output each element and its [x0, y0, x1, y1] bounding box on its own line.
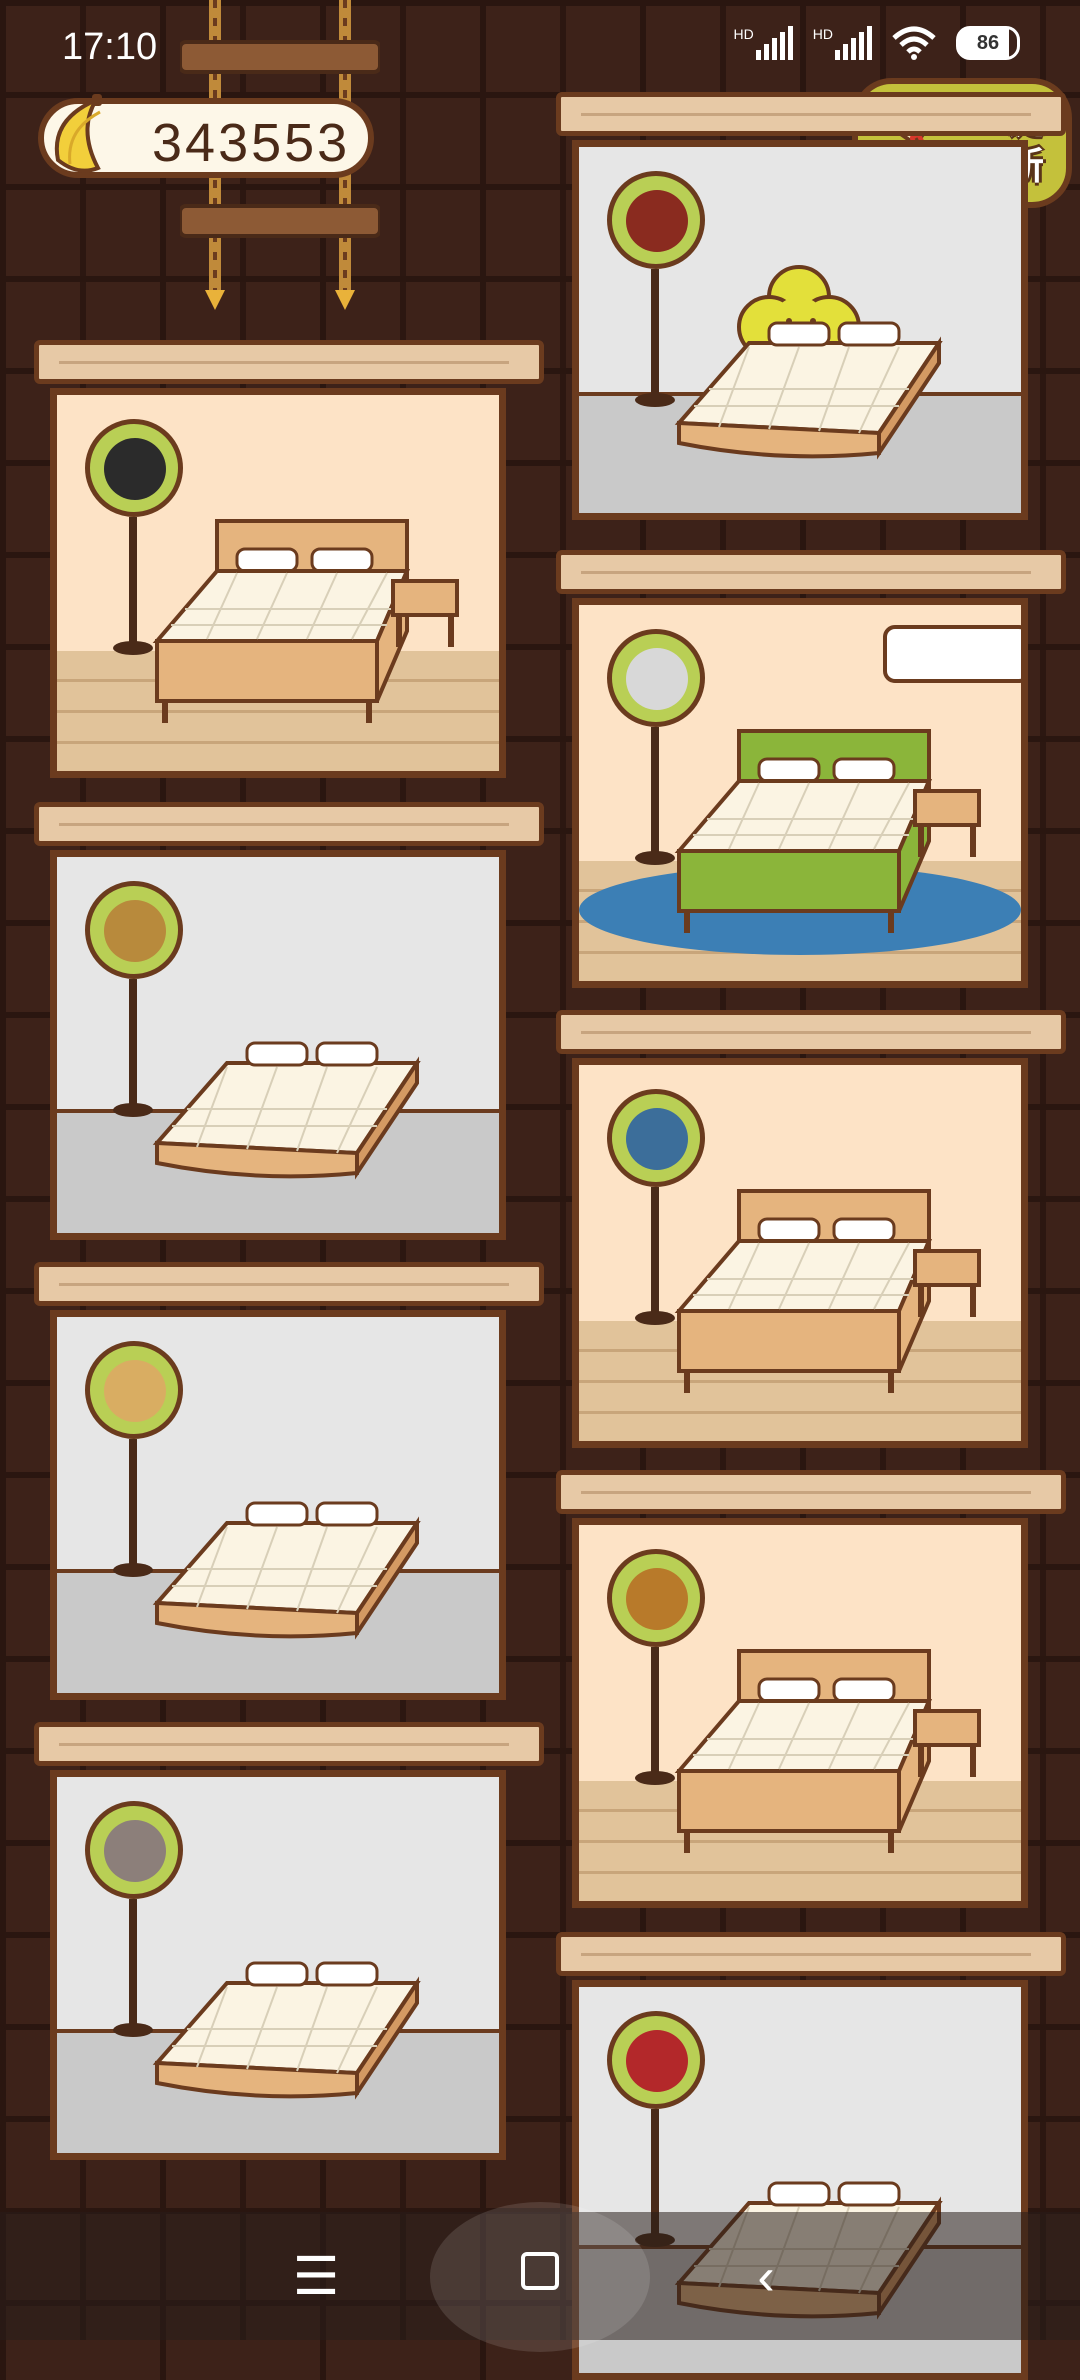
room-4[interactable]: [34, 802, 544, 1240]
room-2[interactable]: [34, 340, 544, 778]
network-label: HD: [812, 26, 833, 42]
network-label: HD: [733, 26, 754, 42]
nightstand[interactable]: [907, 781, 987, 861]
status-icons: HD HD 86: [734, 26, 1020, 60]
monkey-avatar[interactable]: [85, 1801, 183, 1899]
room-frame: [50, 1770, 506, 2160]
battery-icon: 86: [956, 26, 1020, 60]
banana-count: 343553: [152, 113, 351, 173]
room-shelf: [556, 1010, 1066, 1054]
room-shelf: [34, 1722, 544, 1766]
lamp: [601, 1083, 711, 1333]
monkey-avatar[interactable]: [607, 1549, 705, 1647]
lamp: [79, 875, 189, 1125]
nightstand[interactable]: [907, 1241, 987, 1321]
room-3[interactable]: [556, 550, 1066, 988]
room-1[interactable]: [556, 92, 1066, 520]
battery-level: 86: [976, 31, 1000, 54]
back-icon[interactable]: ‹: [726, 2242, 806, 2312]
monkey-avatar[interactable]: [85, 881, 183, 979]
status-time: 17:10: [62, 26, 158, 68]
room-frame: [572, 140, 1028, 520]
room-shelf: [34, 1262, 544, 1306]
lamp: [601, 623, 711, 873]
banana-icon: [54, 94, 102, 173]
wifi-icon: [892, 26, 936, 60]
room-shelf: [34, 340, 544, 384]
lamp: [601, 165, 711, 415]
room-shelf: [556, 1932, 1066, 1976]
room-shelf: [34, 802, 544, 846]
monkey-avatar[interactable]: [607, 629, 705, 727]
room-frame: [50, 1310, 506, 1700]
menu-icon[interactable]: ☰: [276, 2242, 356, 2312]
monkey-avatar[interactable]: [607, 2011, 705, 2109]
air-conditioner[interactable]: [883, 625, 1021, 683]
home-icon[interactable]: [430, 2202, 650, 2352]
room-frame: [572, 1058, 1028, 1448]
room-5[interactable]: [556, 1010, 1066, 1448]
signal-icon: HD: [734, 26, 793, 60]
room-shelf: [556, 1470, 1066, 1514]
room-frame: [572, 1518, 1028, 1908]
nightstand[interactable]: [385, 571, 465, 651]
room-shelf: [556, 92, 1066, 136]
room-frame: [572, 598, 1028, 988]
lamp: [79, 1795, 189, 2045]
lamp: [79, 1335, 189, 1585]
room-frame: [50, 850, 506, 1240]
room-6[interactable]: [34, 1262, 544, 1700]
room-7[interactable]: [556, 1470, 1066, 1908]
monkey-avatar[interactable]: [85, 1341, 183, 1439]
room-shelf: [556, 550, 1066, 594]
navigation-bar: ☰ ‹: [0, 2202, 1080, 2352]
room-frame: [50, 388, 506, 778]
banana-counter: 343553: [38, 94, 374, 178]
monkey-avatar[interactable]: [607, 171, 705, 269]
monkey-avatar[interactable]: [607, 1089, 705, 1187]
nightstand[interactable]: [907, 1701, 987, 1781]
signal-icon: HD: [813, 26, 872, 60]
room-8[interactable]: [34, 1722, 544, 2160]
monkey-avatar[interactable]: [85, 419, 183, 517]
lamp: [79, 413, 189, 663]
lamp: [601, 1543, 711, 1793]
